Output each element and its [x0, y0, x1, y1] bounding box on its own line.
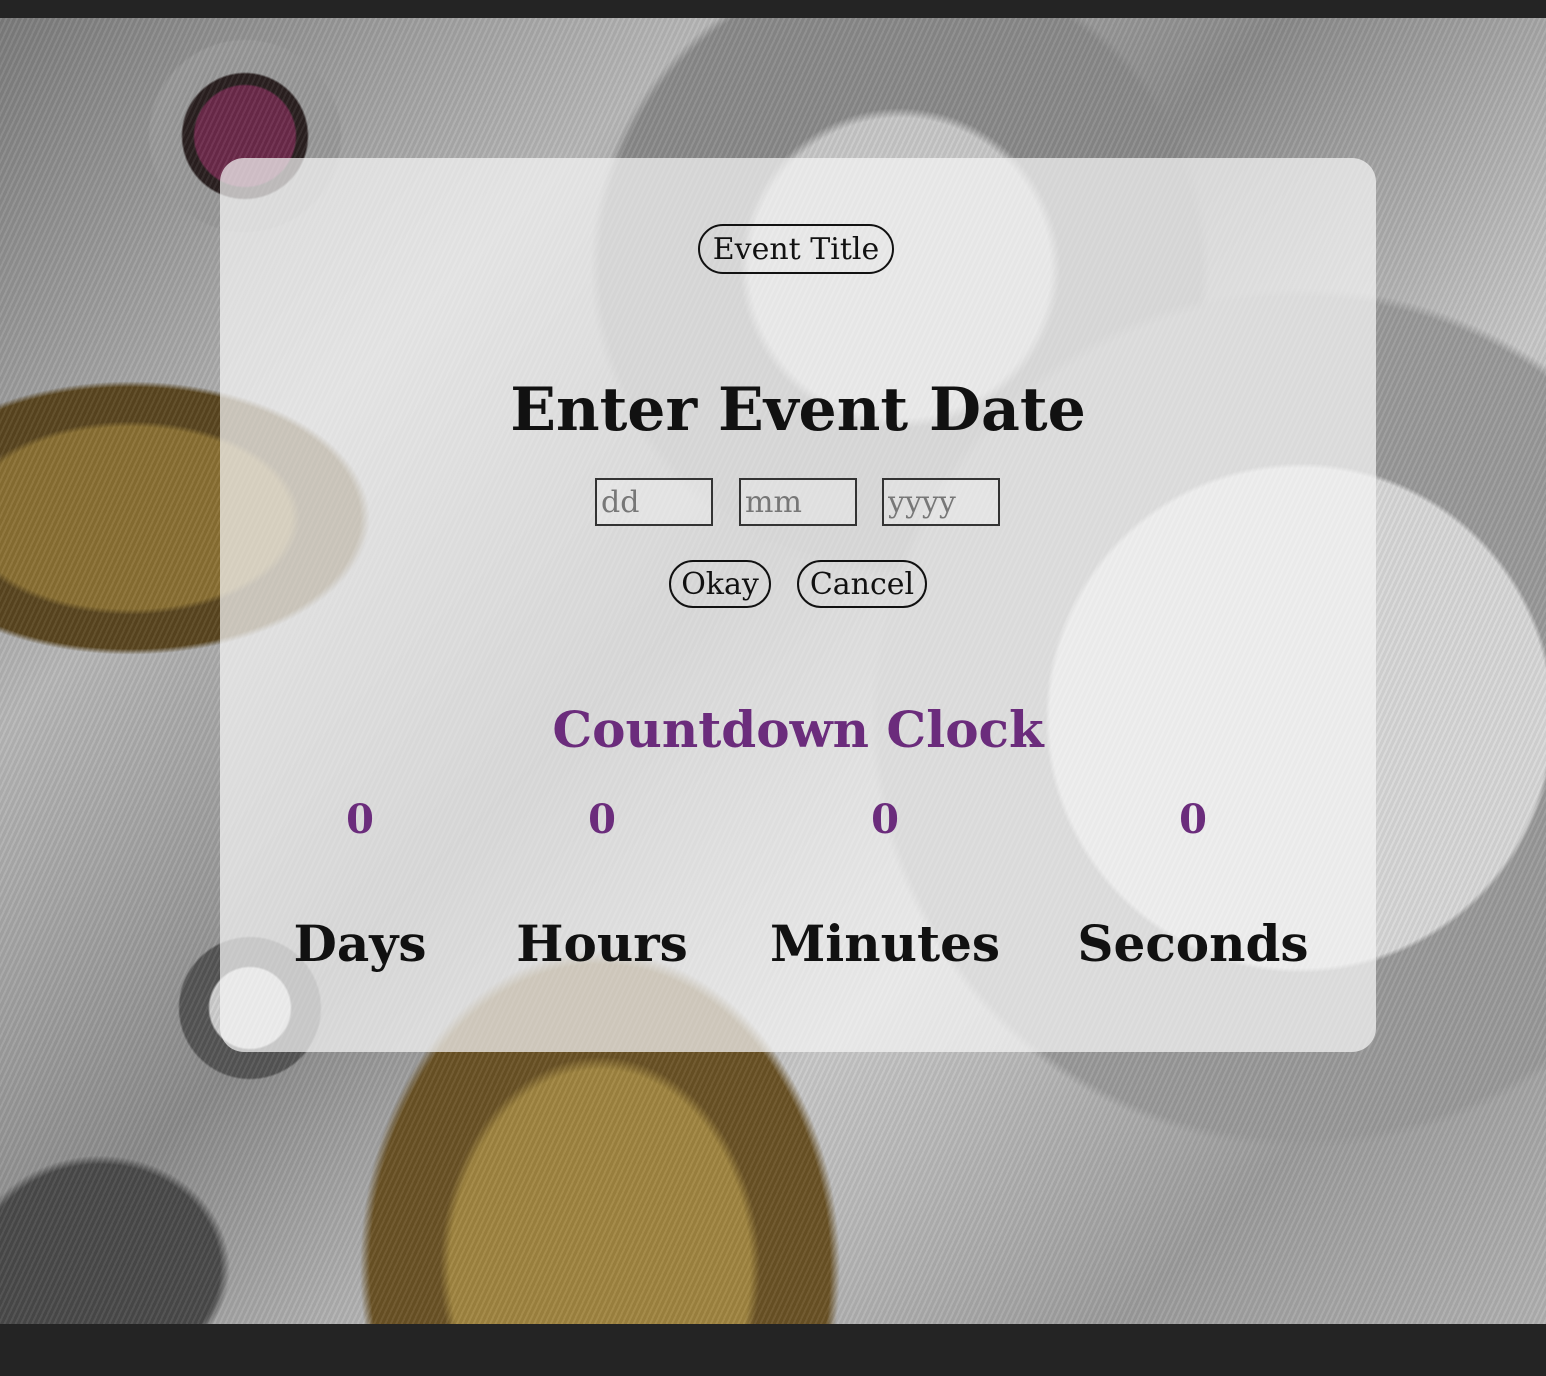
minutes-label: Minutes — [769, 914, 1001, 973]
days-value: 0 — [346, 796, 374, 843]
countdown-seconds: 0 Seconds — [1063, 788, 1323, 976]
countdown-panel: Event Title Enter Event Date Okay Cancel… — [220, 158, 1376, 1052]
countdown-minutes: 0 Minutes — [755, 788, 1015, 976]
minutes-value: 0 — [871, 796, 899, 843]
seconds-label: Seconds — [1077, 914, 1309, 973]
month-input[interactable] — [739, 478, 857, 526]
hours-value: 0 — [588, 796, 616, 843]
event-title-button[interactable]: Event Title — [698, 224, 894, 274]
countdown-hours: 0 Hours — [472, 788, 732, 976]
countdown-clock-title: Countdown Clock — [552, 700, 1044, 759]
year-input[interactable] — [882, 478, 1000, 526]
okay-button[interactable]: Okay — [669, 560, 771, 608]
countdown-days: 0 Days — [230, 788, 490, 976]
enter-event-date-heading: Enter Event Date — [510, 375, 1086, 445]
days-label: Days — [293, 914, 427, 973]
seconds-value: 0 — [1179, 796, 1207, 843]
hours-label: Hours — [516, 914, 688, 973]
cancel-button[interactable]: Cancel — [797, 560, 927, 608]
day-input[interactable] — [595, 478, 713, 526]
